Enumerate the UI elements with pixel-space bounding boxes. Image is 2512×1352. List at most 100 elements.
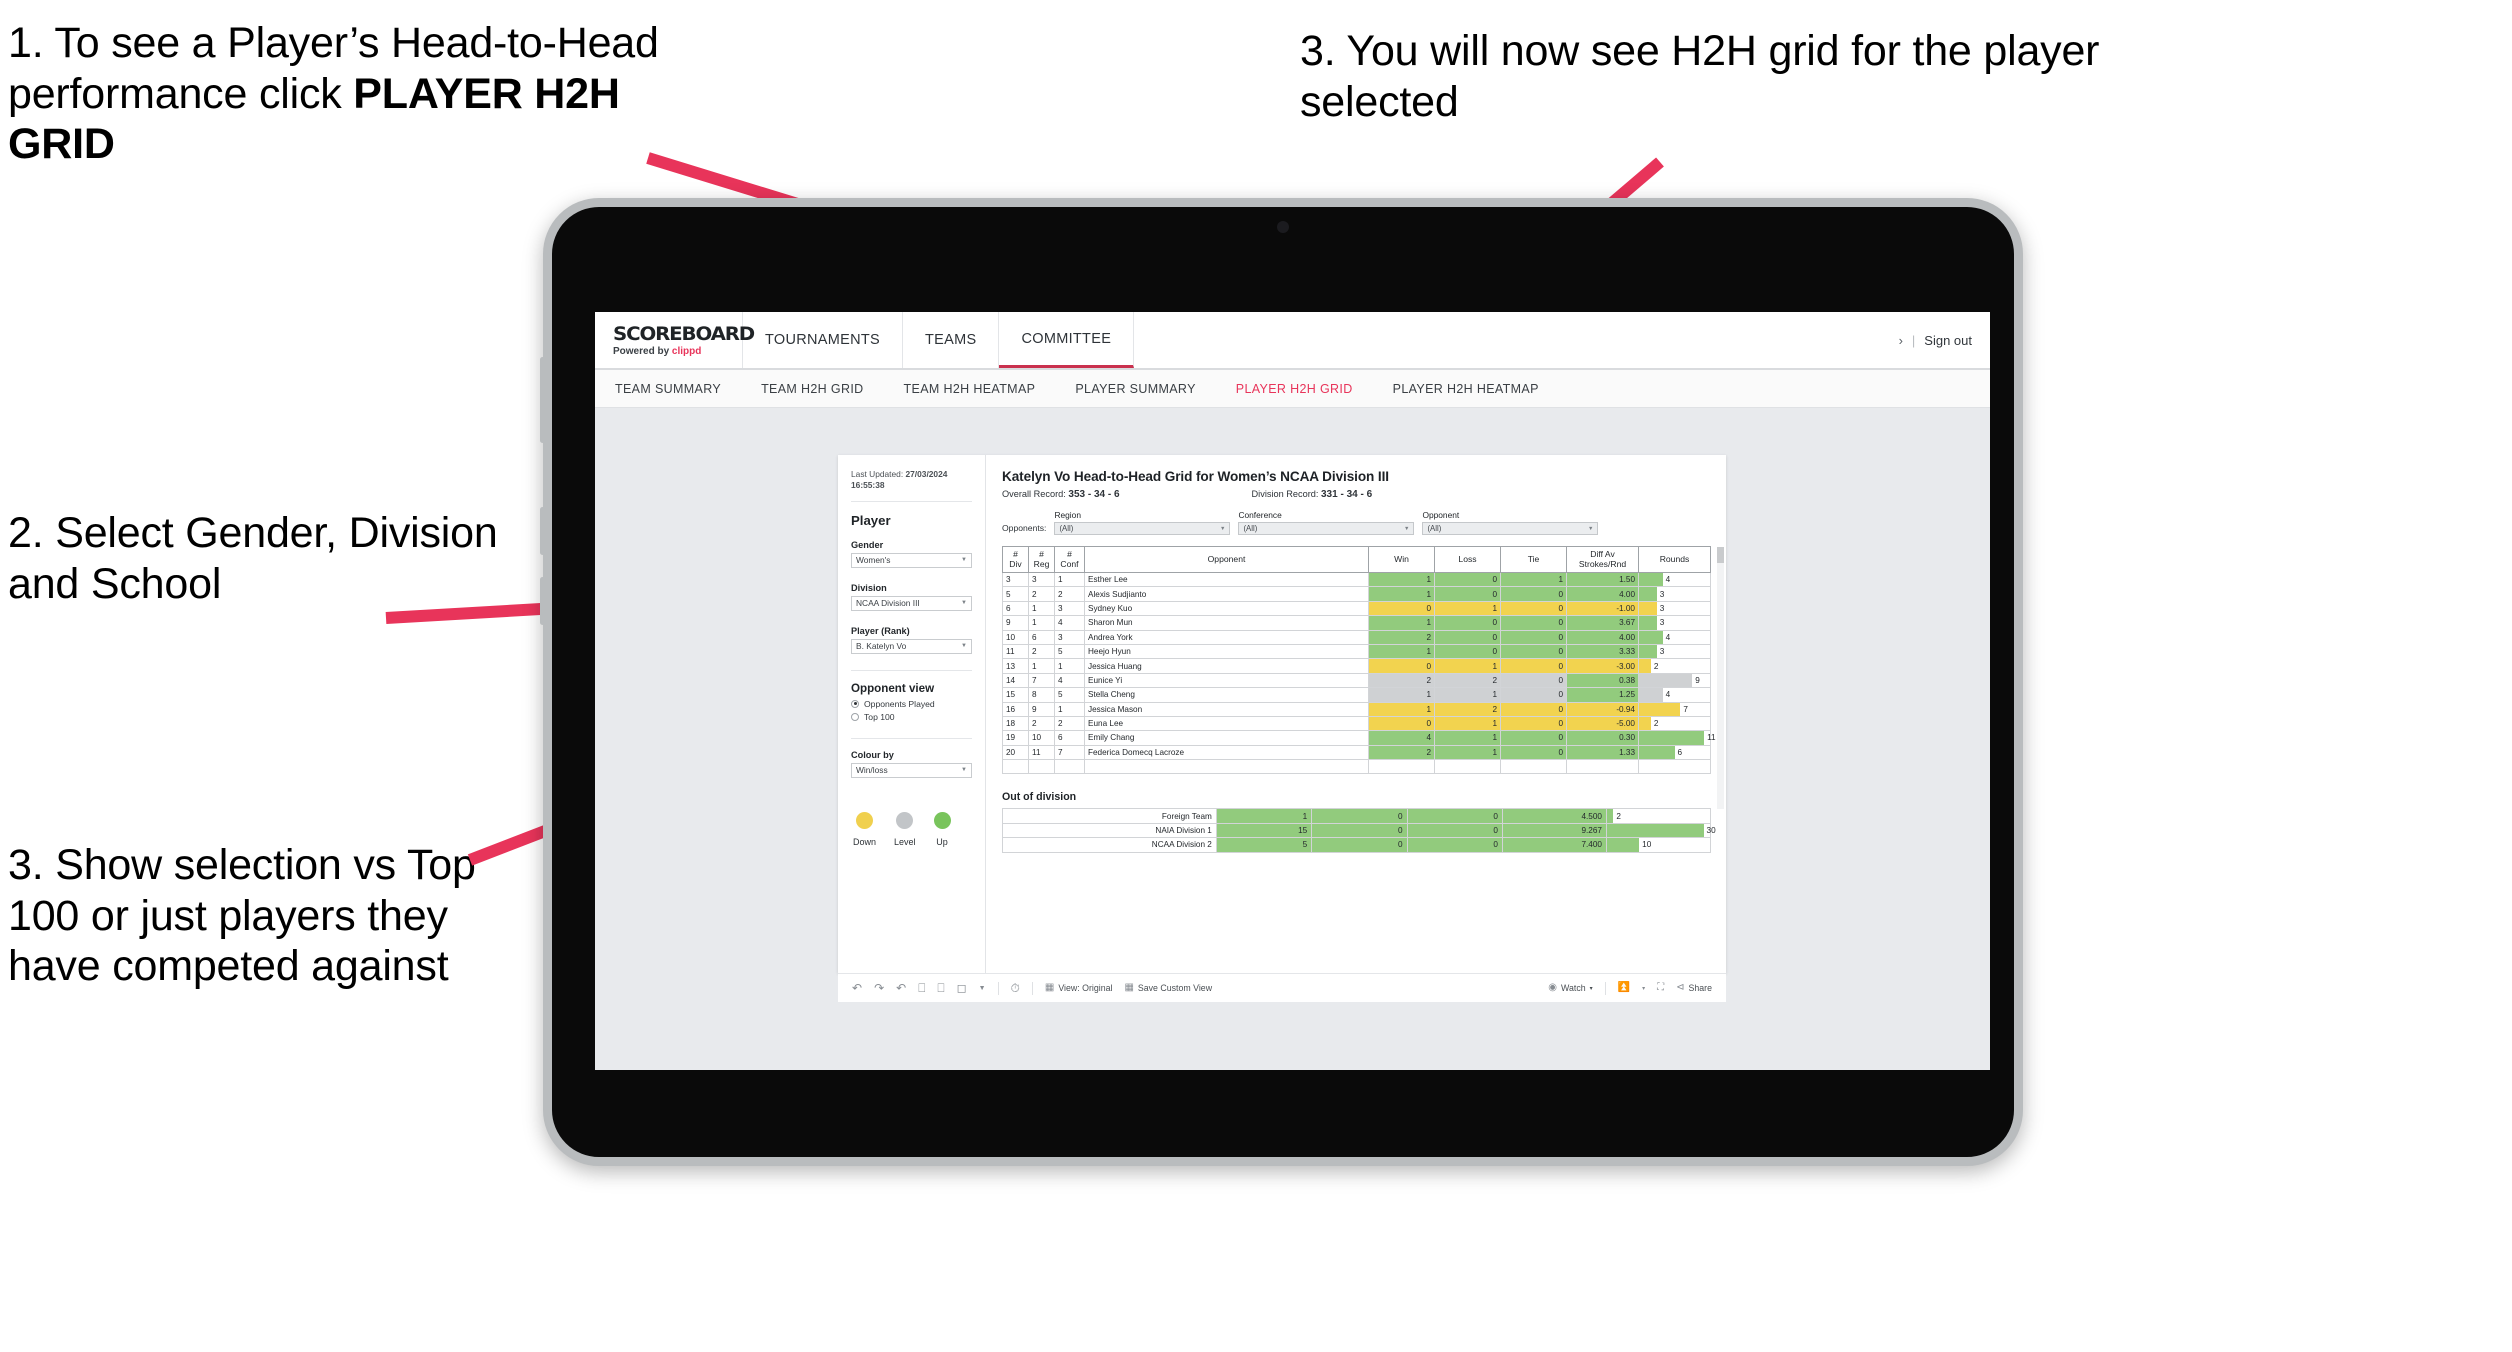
table-row[interactable]: 16 9 1 Jessica Mason 1 2 0 -0.94 7 — [1002, 701, 1711, 717]
division-select[interactable]: NCAA Division III ▼ — [851, 595, 972, 611]
chevron-right-icon[interactable]: › — [1899, 333, 1903, 348]
cell-loss: 0 — [1434, 629, 1501, 645]
revert-icon[interactable]: ↶ — [896, 982, 906, 994]
out-of-division-row[interactable]: Foreign Team 1 0 0 4.500 2 — [1002, 808, 1712, 824]
annotation-3: 3. Show selection vs Top 100 or just pla… — [8, 841, 476, 991]
cell-opponent: Stella Cheng — [1084, 687, 1369, 703]
annotation-2: 2. Select Gender, Division and School — [8, 509, 498, 608]
subnav-player-h2h-heatmap[interactable]: PLAYER H2H HEATMAP — [1393, 382, 1539, 396]
device-button-down[interactable] — [540, 577, 545, 625]
table-row[interactable]: 18 2 2 Euna Lee 0 1 0 -5.00 2 — [1002, 715, 1711, 732]
out-of-division-row[interactable]: NAIA Division 1 15 0 0 9.267 30 — [1002, 822, 1716, 839]
watch-label: Watch — [1561, 983, 1586, 993]
cell-rounds: 3 — [1638, 643, 1711, 660]
chevron-down-icon[interactable]: ▾ — [1642, 985, 1645, 992]
save-custom-view-button[interactable]: ▦ Save Custom View — [1124, 983, 1212, 994]
view-original-button[interactable]: ▦ View: Original — [1045, 983, 1113, 994]
column-header-tie[interactable]: Tie — [1500, 546, 1567, 573]
cell-tie: 0 — [1500, 600, 1567, 617]
cell-conf: 1 — [1054, 701, 1085, 717]
topnav-teams[interactable]: TEAMS — [903, 312, 1000, 368]
table-row[interactable]: 10 6 3 Andrea York 2 0 0 4.00 4 — [1002, 629, 1711, 645]
eye-icon: ◉ — [1548, 982, 1558, 993]
clippd-label: clippd — [671, 346, 702, 357]
refresh-icon[interactable]: ⎕ — [918, 982, 925, 994]
chevron-down-icon[interactable]: ▼ — [979, 985, 986, 992]
device-button-volume[interactable] — [540, 357, 545, 443]
watch-button[interactable]: ◉ Watch ▾ — [1548, 982, 1592, 994]
column-header-reg[interactable]: # Reg — [1028, 546, 1055, 573]
opponent-select[interactable]: (All) ▼ — [1422, 522, 1599, 535]
cell-loss: 0 — [1434, 586, 1501, 602]
table-row[interactable]: 6 1 3 Sydney Kuo 0 1 0 -1.00 3 — [1002, 600, 1711, 617]
topnav-tournaments[interactable]: TOURNAMENTS — [743, 312, 904, 368]
table-row[interactable]: 9 1 4 Sharon Mun 1 0 0 3.67 3 — [1002, 615, 1711, 631]
vertical-scrollbar[interactable] — [1717, 547, 1724, 809]
player-rank-label: Player (Rank) — [851, 625, 910, 636]
column-header-diff-av-strokes-rnd[interactable]: Diff Av Strokes/Rnd — [1566, 546, 1639, 573]
clock-icon[interactable]: ⏱ — [1011, 982, 1020, 994]
brand-logo[interactable]: SCOREBOARD Powered by clippd — [595, 312, 755, 368]
table-row[interactable]: 11 2 5 Heejo Hyun 1 0 0 3.33 3 — [1002, 643, 1711, 660]
cell-diff-av-strokes: 0.30 — [1566, 730, 1639, 746]
table-row[interactable]: 3 3 1 Esther Lee 1 0 1 1.50 4 — [1002, 571, 1711, 588]
cell-rounds: 7 — [1638, 701, 1711, 717]
cell-win: 0 — [1368, 658, 1435, 674]
division-label: Division — [851, 582, 887, 593]
cell-conf: 7 — [1054, 744, 1085, 761]
cell-div: 11 — [1002, 643, 1029, 660]
subnav-team-h2h-heatmap[interactable]: TEAM H2H HEATMAP — [904, 382, 1036, 396]
radio-opponents-played[interactable]: Opponents Played — [851, 699, 972, 709]
radio-label: Opponents Played — [864, 698, 935, 709]
table-row[interactable]: 13 1 1 Jessica Huang 0 1 0 -3.00 2 — [1002, 658, 1711, 674]
share-button[interactable]: ⊲ Share — [1676, 983, 1712, 994]
subnav-team-h2h-grid[interactable]: TEAM H2H GRID — [761, 382, 863, 396]
redo-icon[interactable]: ↷ — [874, 982, 884, 994]
account-area: › | Sign out — [1899, 312, 1990, 368]
table-row[interactable]: 15 8 5 Stella Cheng 1 1 0 1.25 4 — [1002, 687, 1711, 703]
cell-reg: 11 — [1028, 744, 1055, 761]
sign-out-link[interactable]: Sign out — [1924, 333, 1972, 348]
column-header-div[interactable]: # Div — [1002, 546, 1029, 573]
subnav-player-summary[interactable]: PLAYER SUMMARY — [1075, 382, 1195, 396]
column-header-rounds[interactable]: Rounds — [1638, 546, 1711, 573]
column-header-opponent[interactable]: Opponent — [1084, 546, 1369, 573]
cell-tie: 0 — [1406, 822, 1503, 839]
table-row[interactable]: 19 10 6 Emily Chang 4 1 0 0.30 11 — [1002, 730, 1716, 746]
colour-by-select[interactable]: Win/loss ▼ — [851, 762, 972, 778]
last-updated-label: Last Updated: — [851, 469, 906, 479]
region-caption: Region — [1054, 510, 1081, 520]
column-header-loss[interactable]: Loss — [1434, 546, 1501, 573]
subnav-team-summary[interactable]: TEAM SUMMARY — [615, 382, 721, 396]
tablet-device: SCOREBOARD Powered by clippd TOURNAMENTS… — [540, 198, 2023, 1166]
subnav-player-h2h-grid[interactable]: PLAYER H2H GRID — [1236, 382, 1353, 396]
cell-loss: 0 — [1434, 571, 1501, 588]
gender-select[interactable]: Women's ▼ — [851, 552, 972, 568]
undo-icon[interactable]: ↶ — [852, 982, 862, 994]
layout-icon[interactable]: ◻ — [957, 982, 967, 994]
radio-top-100[interactable]: Top 100 — [851, 712, 972, 722]
cell-reg: 2 — [1028, 643, 1055, 660]
topnav-committee[interactable]: COMMITTEE — [999, 312, 1135, 368]
fullscreen-icon[interactable]: ⛶ — [1657, 983, 1664, 993]
cell-div: 9 — [1002, 615, 1029, 631]
device-button-up[interactable] — [540, 507, 545, 555]
cell-div: 13 — [1002, 658, 1029, 674]
column-header-conf[interactable]: # Conf — [1054, 546, 1085, 573]
table-row[interactable]: 20 11 7 Federica Domecq Lacroze 2 1 0 1.33 6 — [1002, 744, 1711, 761]
table-row[interactable]: 14 7 4 Eunice Yi 2 2 0 0.38 9 — [1002, 672, 1711, 689]
player-rank-select[interactable]: B. Katelyn Vo ▼ — [851, 638, 972, 654]
legend-down: Down — [853, 811, 876, 847]
cell-rounds: 3 — [1638, 600, 1711, 617]
cell-reg: 1 — [1028, 615, 1055, 631]
cell-division-name: NCAA Division 2 — [1002, 837, 1217, 853]
out-of-division-row[interactable]: NCAA Division 2 5 0 0 7.400 10 — [1002, 837, 1712, 853]
conference-select[interactable]: (All) ▼ — [1238, 522, 1415, 535]
pause-icon[interactable]: ⎕ — [937, 982, 944, 994]
table-row[interactable]: 5 2 2 Alexis Sudjianto 1 0 0 4.00 3 — [1002, 586, 1711, 602]
cell-tie: 0 — [1500, 586, 1567, 602]
scrollbar-thumb[interactable] — [1717, 547, 1724, 563]
download-icon[interactable]: ⏫ — [1618, 983, 1630, 993]
region-select[interactable]: (All) ▼ — [1054, 522, 1231, 535]
column-header-win[interactable]: Win — [1368, 546, 1435, 573]
